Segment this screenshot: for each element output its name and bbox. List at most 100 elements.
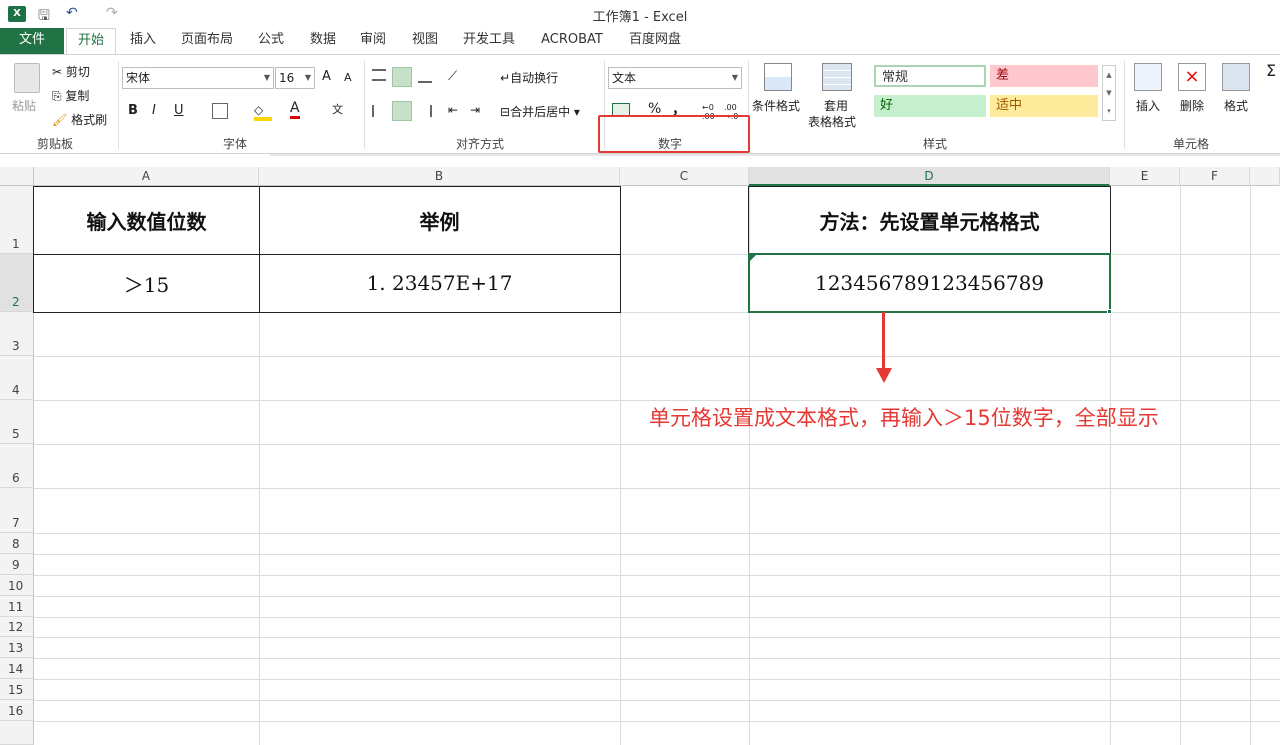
insert-cells-button[interactable]: 插入 <box>1136 97 1160 114</box>
paste-icon[interactable] <box>14 63 40 93</box>
gridline <box>34 617 1280 618</box>
italic-button[interactable]: I <box>152 103 156 118</box>
cell-b2[interactable]: 1. 23457E+17 <box>259 254 620 312</box>
column-header-d[interactable]: D <box>749 167 1110 186</box>
gridline <box>34 533 1280 534</box>
select-all-corner[interactable] <box>0 167 34 186</box>
column-header-f[interactable]: F <box>1180 167 1250 186</box>
text-number-indicator-icon[interactable] <box>750 255 756 261</box>
tab-formulas[interactable]: 公式 <box>250 28 292 54</box>
border-icon[interactable] <box>212 103 228 119</box>
format-cells-icon[interactable] <box>1222 63 1250 91</box>
row-header-1[interactable]: 1 <box>0 186 34 254</box>
delete-cells-icon[interactable]: × <box>1178 63 1206 91</box>
row-header-3[interactable]: 3 <box>0 312 34 356</box>
styles-scroll[interactable]: ▲ ▼ ▾ <box>1102 65 1116 121</box>
tab-data[interactable]: 数据 <box>302 28 344 54</box>
font-color-icon[interactable]: A <box>290 101 300 119</box>
merge-center-button[interactable]: ⊟合并后居中 ▾ <box>500 103 580 120</box>
align-top-icon[interactable] <box>372 69 386 81</box>
tab-file[interactable]: 文件 <box>0 28 64 54</box>
style-good[interactable]: 好 <box>874 95 986 117</box>
increase-indent-icon[interactable]: ⇥ <box>470 103 480 117</box>
wrap-text-button[interactable]: ↵自动换行 <box>500 69 558 86</box>
align-middle-icon[interactable] <box>392 67 412 87</box>
column-header-e[interactable]: E <box>1110 167 1180 186</box>
row-header-11[interactable]: 11 <box>0 596 34 617</box>
autosum-icon[interactable]: Σ <box>1266 61 1276 80</box>
grow-font-button[interactable]: A <box>322 69 331 84</box>
row-header-17[interactable] <box>0 721 34 745</box>
tab-insert[interactable]: 插入 <box>122 28 164 54</box>
paste-button[interactable]: 粘贴 <box>12 97 36 114</box>
column-header-b[interactable]: B <box>259 167 620 186</box>
tab-review[interactable]: 审阅 <box>352 28 394 54</box>
column-header-g[interactable] <box>1250 167 1280 186</box>
align-right-icon[interactable] <box>418 105 432 117</box>
cell-a2[interactable]: ＞15 <box>34 254 259 312</box>
align-center-icon[interactable] <box>392 101 412 121</box>
ribbon-tabs: 文件 开始 插入 页面布局 公式 数据 审阅 视图 开发工具 ACROBAT 百… <box>0 28 1280 55</box>
row-header-15[interactable]: 15 <box>0 679 34 700</box>
shrink-font-button[interactable]: A <box>344 71 352 84</box>
phonetic-button[interactable]: 文 <box>332 101 343 117</box>
align-left-icon[interactable] <box>372 105 386 117</box>
delete-cells-button[interactable]: 删除 <box>1180 97 1204 114</box>
row-header-4[interactable]: 4 <box>0 356 34 400</box>
style-normal[interactable]: 常规 <box>874 65 986 87</box>
row-header-14[interactable]: 14 <box>0 658 34 679</box>
orientation-icon[interactable]: ⟋ <box>448 69 457 84</box>
row-header-9[interactable]: 9 <box>0 554 34 575</box>
gridline <box>34 575 1280 576</box>
cell-b1[interactable]: 举例 <box>259 186 620 254</box>
font-name-select[interactable]: 宋体 ▼ <box>122 67 274 89</box>
font-size-select[interactable]: 16 ▼ <box>275 67 315 89</box>
table-format-button-line1[interactable]: 套用 <box>824 97 848 114</box>
scissors-icon: ✂ <box>52 65 66 79</box>
alignment-group-label: 对齐方式 <box>455 137 504 151</box>
column-header-c[interactable]: C <box>620 167 749 186</box>
format-cells-button[interactable]: 格式 <box>1224 97 1248 114</box>
title-bar: X 🖫 ↶ ↷ 工作簿1 - Excel <box>0 0 1280 28</box>
annotation-arrow-head <box>876 368 892 383</box>
table-format-icon[interactable] <box>822 63 852 91</box>
row-header-6[interactable]: 6 <box>0 444 34 488</box>
decrease-indent-icon[interactable]: ⇤ <box>448 103 458 117</box>
format-painter-button[interactable]: 🖌 格式刷 <box>52 111 107 128</box>
gridline <box>1250 186 1251 745</box>
row-header-12[interactable]: 12 <box>0 617 34 637</box>
tab-view[interactable]: 视图 <box>404 28 446 54</box>
tab-baidu-netdisk[interactable]: 百度网盘 <box>620 28 690 54</box>
row-header-8[interactable]: 8 <box>0 533 34 554</box>
tab-page-layout[interactable]: 页面布局 <box>172 28 242 54</box>
table-format-button-line2[interactable]: 表格格式 <box>808 113 856 130</box>
conditional-format-button[interactable]: 条件格式 <box>752 97 800 114</box>
conditional-format-icon[interactable] <box>764 63 792 91</box>
tab-home[interactable]: 开始 <box>66 28 116 55</box>
tab-developer[interactable]: 开发工具 <box>456 28 522 54</box>
bold-button[interactable]: B <box>128 103 138 118</box>
row-header-16[interactable]: 16 <box>0 700 34 721</box>
insert-cells-icon[interactable] <box>1134 63 1162 91</box>
row-header-13[interactable]: 13 <box>0 637 34 658</box>
row-header-10[interactable]: 10 <box>0 575 34 596</box>
style-neutral[interactable]: 适中 <box>990 95 1098 117</box>
number-format-select[interactable]: 文本 ▼ <box>608 67 742 89</box>
copy-button[interactable]: ⎘ 复制 <box>52 87 89 104</box>
style-bad[interactable]: 差 <box>990 65 1098 87</box>
cut-button[interactable]: ✂ 剪切 <box>52 63 90 80</box>
worksheet-grid[interactable]: A B C D E F 1 2 3 4 5 6 7 8 9 10 11 12 1… <box>0 167 1280 745</box>
cell-a1[interactable]: 输入数值位数 <box>34 186 259 254</box>
underline-button[interactable]: U <box>174 103 184 118</box>
cell-d1[interactable]: 方法：先设置单元格格式 <box>749 186 1110 254</box>
fill-color-icon[interactable]: ◇ <box>254 103 272 121</box>
tab-acrobat[interactable]: ACROBAT <box>532 28 612 54</box>
column-header-a[interactable]: A <box>34 167 259 186</box>
row-header-7[interactable]: 7 <box>0 488 34 533</box>
merge-icon: ⊟ <box>500 105 511 119</box>
gridline <box>34 444 1280 445</box>
align-bottom-icon[interactable] <box>418 73 432 83</box>
fill-handle[interactable] <box>1107 309 1112 314</box>
row-header-5[interactable]: 5 <box>0 400 34 444</box>
row-header-2[interactable]: 2 <box>0 254 34 312</box>
